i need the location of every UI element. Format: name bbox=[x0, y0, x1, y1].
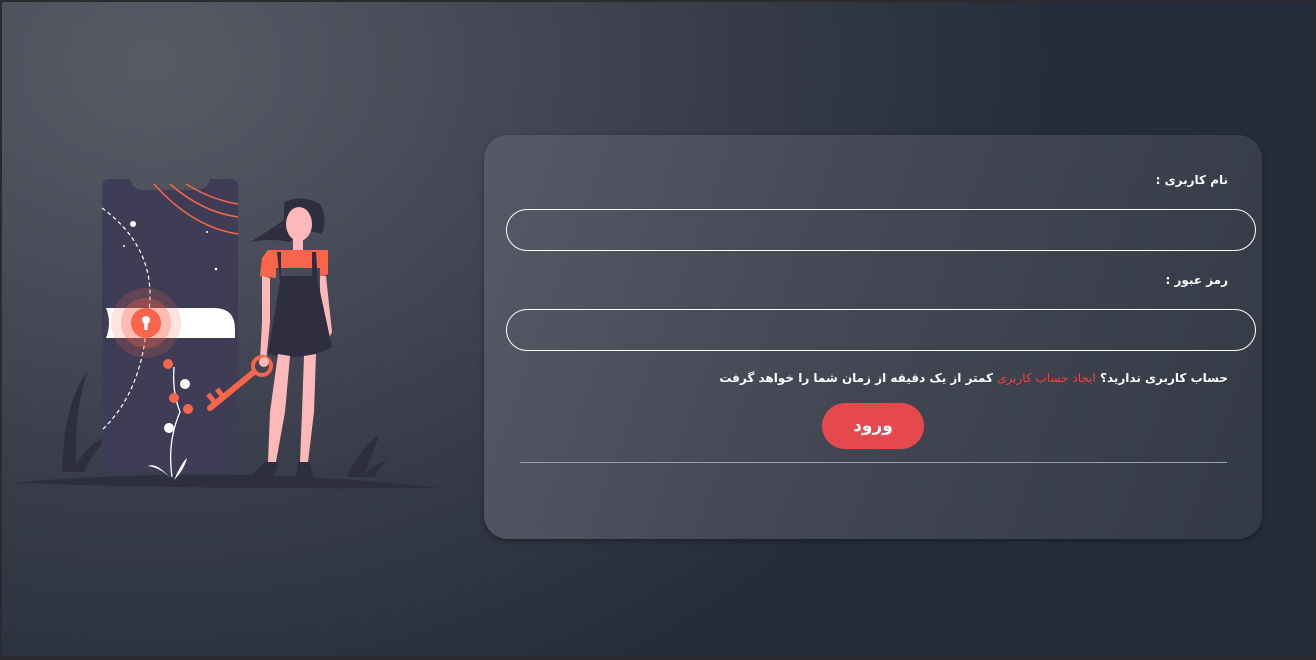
login-card: نام کاربری : رمز عبور : حساب کاربری ندار… bbox=[484, 135, 1262, 539]
login-illustration bbox=[10, 179, 442, 489]
login-button[interactable]: ورود bbox=[822, 403, 924, 449]
signup-suffix-text: کمتر از یک دقیقه از زمان شما را خواهد گر… bbox=[719, 371, 993, 385]
username-input[interactable] bbox=[506, 209, 1256, 251]
divider bbox=[520, 462, 1227, 463]
ground-shape bbox=[10, 474, 442, 489]
padlock-icon bbox=[111, 288, 181, 358]
password-input[interactable] bbox=[506, 309, 1256, 351]
signup-prefix-text: حساب کاربری ندارید؟ bbox=[1100, 371, 1228, 385]
signup-prompt: حساب کاربری ندارید؟ ایجاد حساب کاربری کم… bbox=[719, 371, 1228, 385]
username-label: نام کاربری : bbox=[1155, 173, 1228, 187]
login-page: نام کاربری : رمز عبور : حساب کاربری ندار… bbox=[2, 2, 1314, 656]
password-label: رمز عبور : bbox=[1165, 273, 1228, 287]
signup-link[interactable]: ایجاد حساب کاربری bbox=[997, 371, 1096, 385]
